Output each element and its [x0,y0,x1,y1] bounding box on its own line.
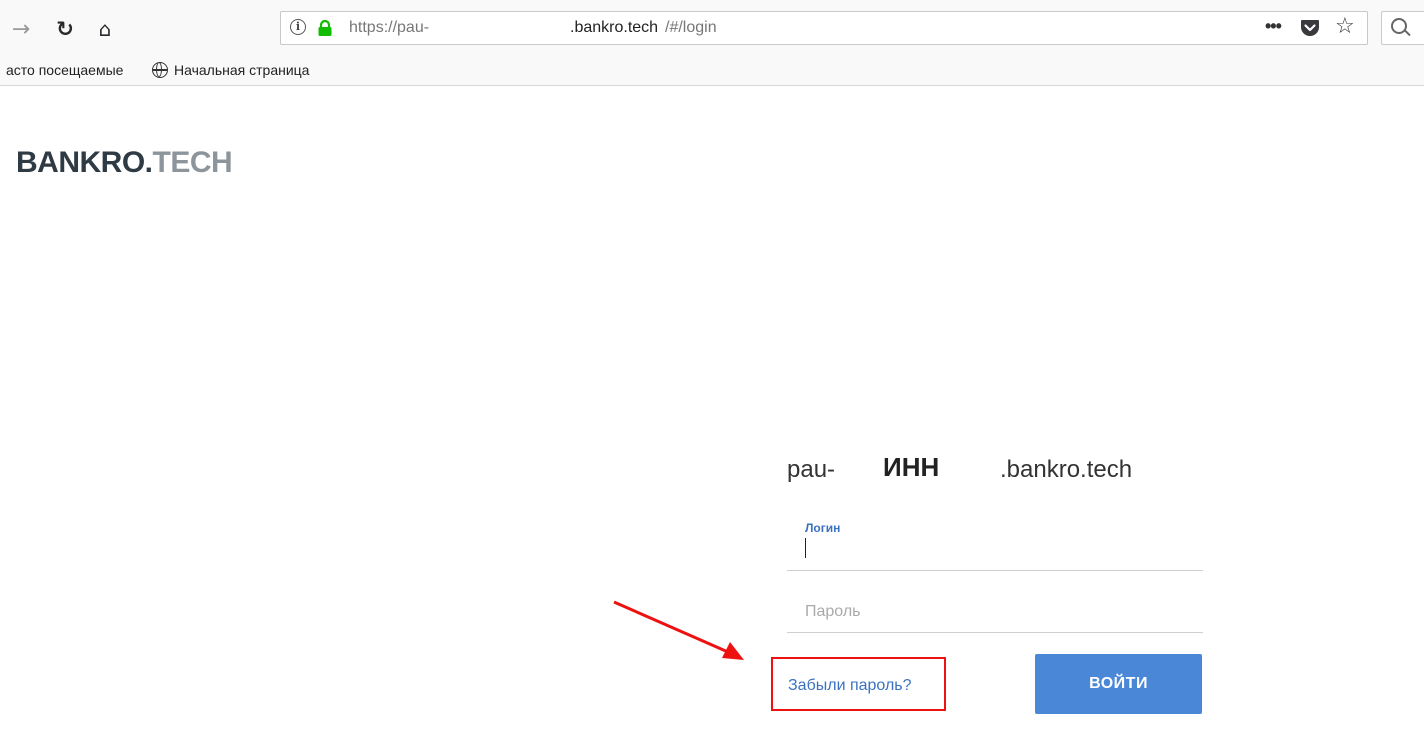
password-field[interactable] [787,580,1203,633]
logo-part-tech: TECH [152,146,233,179]
host-suffix: .bankro.tech [1000,456,1133,483]
more-actions-icon[interactable]: ••• [1265,16,1282,37]
pocket-icon[interactable] [1300,19,1320,37]
url-host: .bankro.tech [570,19,659,36]
forgot-password-link[interactable]: Забыли пароль? [788,677,912,695]
bookmark-home-page[interactable]: Начальная страница [152,62,309,78]
home-icon[interactable]: ⌂ [92,16,118,42]
browser-toolbar: → ↻ ⌂ i https://pau- .bankro.tech /#/log… [0,0,1424,56]
lock-icon[interactable] [317,20,333,37]
password-input[interactable] [787,580,1203,632]
forward-icon[interactable]: → [8,16,34,42]
search-bar[interactable] [1381,11,1424,45]
host-inn: ИНН [883,452,940,482]
url-redacted-area [441,16,567,40]
bookmark-star-icon[interactable]: ☆ [1335,14,1355,39]
site-logo: BANKRO.TECH [16,146,233,180]
login-input[interactable] [787,514,1203,570]
annotation-highlight-box: Забыли пароль? [771,657,946,711]
bookmark-most-visited[interactable]: асто посещаемые [6,62,123,78]
annotation-arrow [613,600,744,660]
bookmark-home-label: Начальная страница [174,62,310,78]
info-icon[interactable]: i [290,19,306,35]
login-button[interactable]: ВОЙТИ [1035,654,1202,714]
bookmarks-bar: асто посещаемые Начальная страница [0,56,1424,86]
address-bar[interactable]: i https://pau- .bankro.tech /#/login •••… [280,11,1368,45]
login-field[interactable]: Логин [787,514,1203,571]
reload-icon[interactable]: ↻ [52,16,78,42]
globe-icon [152,62,168,78]
url-path: /#/login [665,19,717,36]
logo-part-bankro: BANKRO. [16,146,153,179]
host-prefix: pau- [787,456,836,483]
search-icon [1391,18,1407,34]
url-scheme: https://pau- [349,19,430,36]
